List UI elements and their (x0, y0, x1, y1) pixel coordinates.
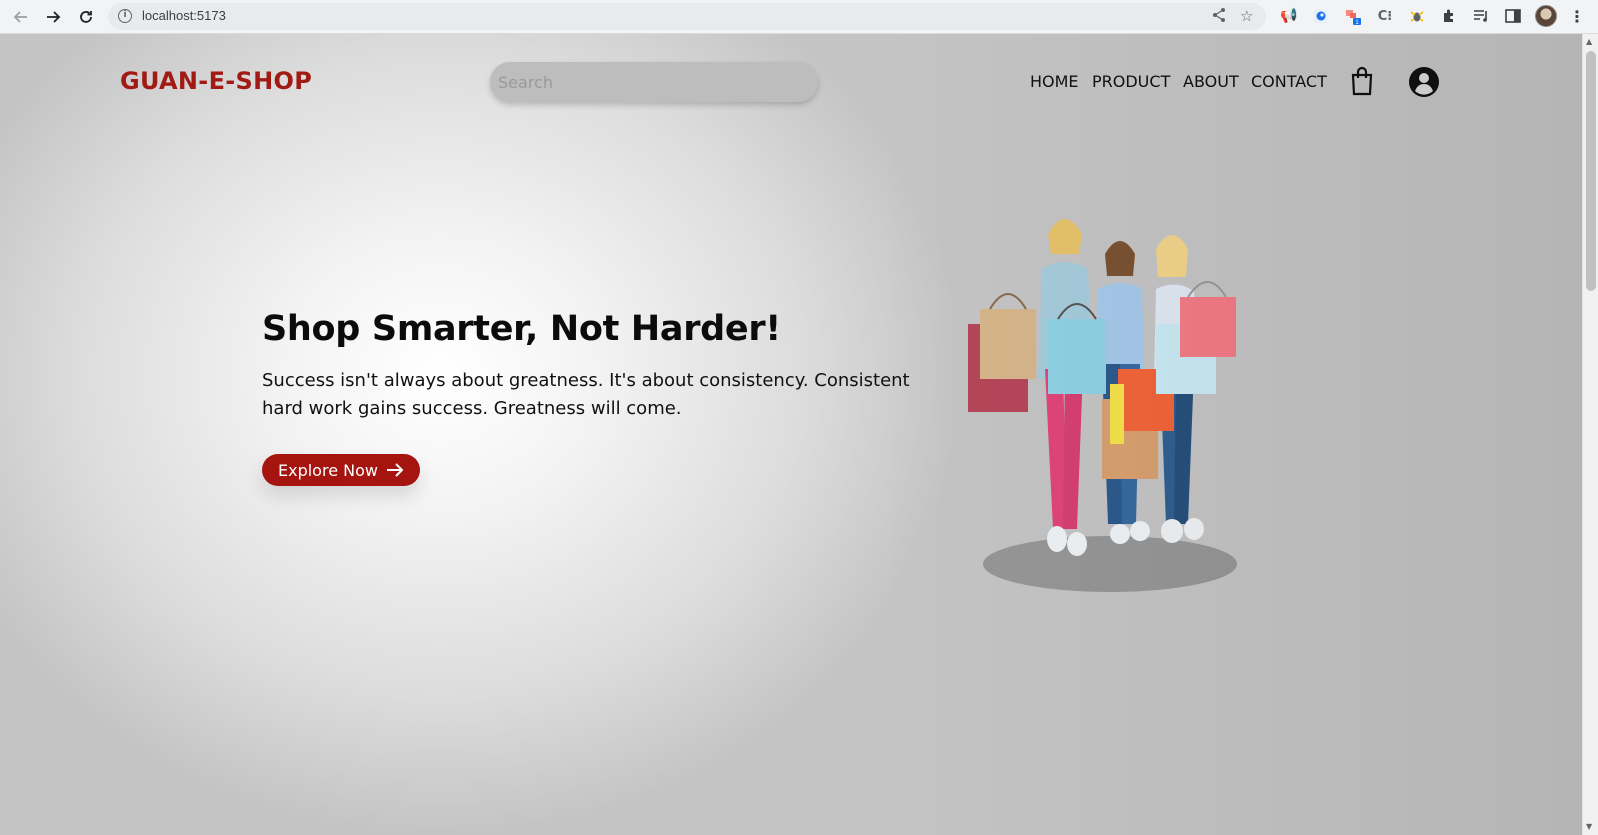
puzzle-badge-extension-icon[interactable]: 1 (1344, 7, 1362, 25)
megaphone-extension-icon[interactable]: 📢 (1280, 7, 1298, 25)
arrow-right-icon (386, 463, 404, 477)
hero-subtitle: Success isn't always about greatness. It… (262, 370, 910, 419)
reading-list-icon[interactable] (1472, 7, 1490, 25)
forward-arrow-icon[interactable] (41, 5, 65, 29)
back-arrow-icon[interactable] (9, 5, 33, 29)
extensions-icon[interactable] (1440, 7, 1458, 25)
hero-title: Shop Smarter, Not Harder! (262, 309, 781, 349)
browser-toolbar: i localhost:5173 ☆ 📢 1 C⁝ ⋮ (0, 0, 1598, 34)
share-icon[interactable] (1212, 7, 1226, 27)
url-text: localhost:5173 (142, 8, 226, 23)
user-account-icon[interactable] (1408, 66, 1440, 98)
nav-about-link[interactable]: ABOUT (1183, 72, 1239, 91)
nav-home-link[interactable]: HOME (1030, 72, 1079, 91)
site-info-icon[interactable]: i (118, 9, 132, 23)
bug-extension-icon[interactable] (1408, 7, 1426, 25)
hero-shopping-women-image (960, 209, 1260, 599)
page-scrollbar[interactable]: ▲ ▼ (1582, 34, 1598, 835)
side-panel-icon[interactable] (1504, 7, 1522, 25)
nav-product-link[interactable]: PRODUCT (1092, 72, 1170, 91)
explore-now-label: Explore Now (278, 460, 378, 480)
scroll-down-arrow-icon[interactable]: ▼ (1586, 822, 1592, 831)
page-viewport: GUAN-E-SHOP HOME PRODUCT ABOUT CONTACT S… (0, 34, 1582, 835)
c-extension-icon[interactable]: C⁝ (1376, 7, 1394, 25)
blue-extension-icon[interactable] (1312, 7, 1330, 25)
shopping-bag-icon[interactable] (1350, 66, 1374, 96)
scroll-up-arrow-icon[interactable]: ▲ (1586, 37, 1592, 46)
menu-kebab-icon[interactable]: ⋮ (1568, 7, 1586, 26)
nav-contact-link[interactable]: CONTACT (1251, 72, 1327, 91)
brand-logo[interactable]: GUAN-E-SHOP (120, 67, 312, 95)
reload-icon[interactable] (74, 5, 98, 29)
scrollbar-thumb[interactable] (1586, 51, 1596, 291)
bookmark-star-icon[interactable]: ☆ (1240, 7, 1253, 25)
search-input[interactable] (490, 62, 818, 102)
explore-now-button[interactable]: Explore Now (262, 454, 420, 486)
profile-avatar-icon[interactable] (1535, 5, 1557, 27)
address-bar[interactable]: i localhost:5173 ☆ (108, 3, 1266, 30)
